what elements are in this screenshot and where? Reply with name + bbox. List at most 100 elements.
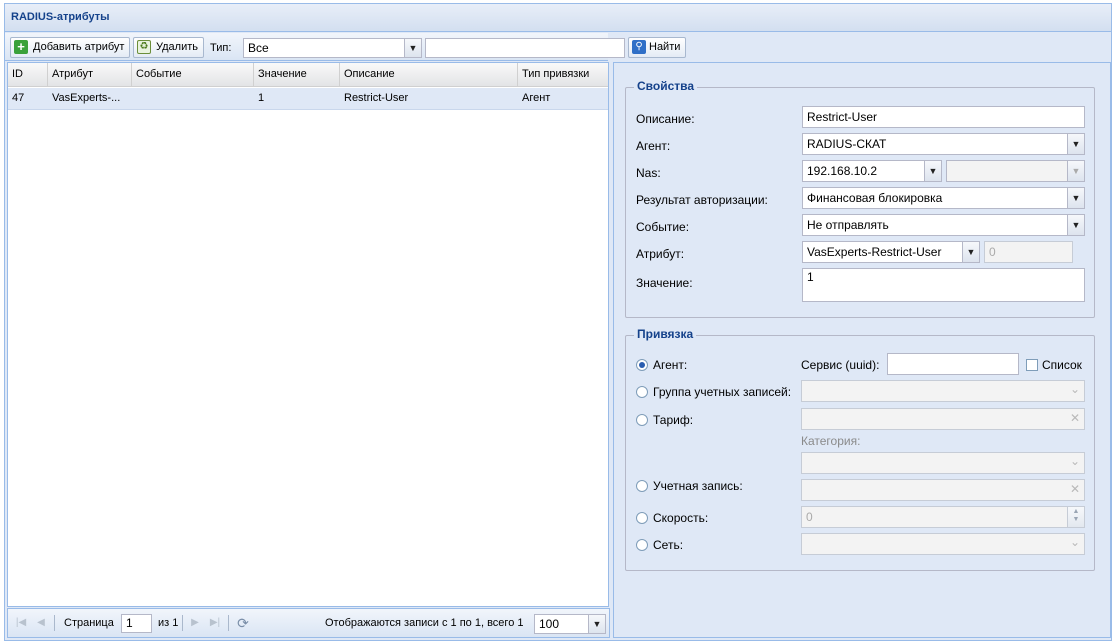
tariff-radio[interactable] (636, 414, 648, 426)
service-uuid-input[interactable] (887, 353, 1019, 375)
cell-binding-type: Агент (522, 92, 551, 104)
column-header-id[interactable]: ID (8, 63, 48, 87)
type-label: Тип: (210, 42, 232, 54)
window-title-bar: RADIUS-атрибуты (5, 4, 1111, 32)
column-header-event[interactable]: Событие (132, 63, 254, 87)
nas-select[interactable]: 192.168.10.2 ▼ (802, 160, 942, 182)
chevron-down-icon[interactable]: ▼ (962, 242, 979, 262)
next-page-icon[interactable]: ▶ (188, 615, 202, 631)
account-field[interactable]: ✕ (801, 479, 1085, 501)
auth-result-label: Результат авторизации: (636, 193, 768, 207)
speed-value: 0 (806, 510, 813, 524)
attribute-code-field[interactable]: 0 (984, 241, 1073, 263)
page-count-label: из 1 (158, 617, 179, 629)
chevron-down-icon[interactable]: ▼ (1067, 134, 1084, 154)
event-label: Событие: (636, 220, 690, 234)
page-size-select[interactable]: 100 ▼ (534, 614, 606, 634)
event-select[interactable]: Не отправлять ▼ (802, 214, 1085, 236)
binding-fieldset: Привязка Агент: Сервис (uuid): Список Гр… (625, 327, 1095, 571)
chevron-down-icon[interactable]: ▼ (924, 161, 941, 181)
spinner-icon[interactable]: ▲ ▼ (1067, 507, 1084, 527)
speed-radio[interactable] (636, 512, 648, 524)
attribute-select-value: VasExperts-Restrict-User (807, 245, 942, 259)
agent-radio[interactable] (636, 359, 648, 371)
find-button[interactable]: ⚲ Найти (628, 37, 687, 58)
prev-page-icon[interactable]: ◀ (34, 615, 48, 631)
chevron-down-icon[interactable]: ⌄ (1070, 454, 1080, 468)
account-group-select[interactable]: ⌄ (801, 380, 1085, 402)
auth-result-select[interactable]: Финансовая блокировка ▼ (802, 187, 1085, 209)
pagination-bar: |◀ ◀ Страница 1 из 1 ▶ ▶| ⟳ Отображаются… (7, 608, 610, 638)
properties-legend: Свойства (634, 79, 698, 93)
chevron-down-icon[interactable]: ▼ (1067, 215, 1084, 235)
tariff-field[interactable]: ✕ (801, 408, 1085, 430)
column-header-binding-type[interactable]: Тип привязки (518, 63, 610, 87)
last-page-icon[interactable]: ▶| (208, 615, 222, 631)
category-select[interactable]: ⌄ (801, 452, 1085, 474)
chevron-down-icon[interactable]: ▼ (1067, 188, 1084, 208)
chevron-down-icon[interactable]: ▼ (404, 39, 421, 57)
cell-value: 1 (258, 92, 265, 104)
event-select-value: Не отправлять (807, 218, 889, 232)
add-attribute-button[interactable]: + Добавить атрибут (10, 37, 131, 58)
description-label: Описание: (636, 112, 695, 126)
nas-label: Nas: (636, 166, 661, 180)
first-page-icon[interactable]: |◀ (14, 615, 28, 631)
service-uuid-label: Сервис (uuid): (801, 358, 880, 372)
properties-panel: Свойства Описание: Restrict-User Агент: … (613, 62, 1111, 638)
tariff-label: Тариф: (653, 413, 694, 427)
chevron-down-icon[interactable]: ▼ (588, 615, 605, 633)
properties-fieldset: Свойства Описание: Restrict-User Агент: … (625, 79, 1095, 318)
nas-secondary-select[interactable]: ▼ (946, 160, 1085, 182)
clear-icon[interactable]: ✕ (1070, 411, 1080, 425)
cell-attribute: VasExperts-... (52, 92, 121, 104)
network-radio[interactable] (636, 539, 648, 551)
agent-radio-label: Агент: (653, 358, 688, 372)
description-field[interactable]: Restrict-User (802, 106, 1085, 128)
agent-label: Агент: (636, 139, 671, 153)
nas-select-value: 192.168.10.2 (807, 164, 878, 178)
network-select[interactable]: ⌄ (801, 533, 1085, 555)
value-textarea[interactable]: 1 (802, 268, 1085, 302)
toolbar: + Добавить атрибут ♻ Удалить Тип: Все ▼ … (5, 33, 687, 61)
delete-button[interactable]: ♻ Удалить (133, 37, 204, 58)
table-row[interactable]: 47 VasExperts-... 1 Restrict-User Агент (8, 88, 608, 110)
page-size-value: 100 (539, 617, 560, 631)
account-label: Учетная запись: (653, 479, 743, 493)
find-label: Найти (649, 41, 681, 53)
network-label: Сеть: (653, 538, 684, 552)
chevron-down-icon[interactable]: ▼ (1067, 161, 1084, 181)
page-number-input[interactable]: 1 (121, 614, 152, 633)
attributes-grid: ID Атрибут Событие Значение Описание Тип… (7, 62, 609, 607)
attribute-label: Атрибут: (636, 247, 685, 261)
category-label: Категория: (801, 434, 861, 448)
attribute-select[interactable]: VasExperts-Restrict-User ▼ (802, 241, 980, 263)
agent-select[interactable]: RADIUS-СКАТ ▼ (802, 133, 1085, 155)
radius-attributes-window: RADIUS-атрибуты + Добавить атрибут ♻ Уда… (4, 3, 1112, 641)
delete-label: Удалить (156, 41, 198, 53)
separator (228, 615, 229, 631)
clear-icon[interactable]: ✕ (1070, 482, 1080, 496)
chevron-down-icon[interactable]: ⌄ (1070, 535, 1080, 549)
add-attribute-label: Добавить атрибут (33, 41, 125, 53)
binding-legend: Привязка (634, 327, 697, 341)
speed-field[interactable]: 0 ▲ ▼ (801, 506, 1085, 528)
column-header-description[interactable]: Описание (340, 63, 518, 87)
column-header-attribute[interactable]: Атрибут (48, 63, 132, 87)
agent-select-value: RADIUS-СКАТ (807, 137, 887, 151)
list-checkbox[interactable] (1026, 359, 1038, 371)
speed-label: Скорость: (653, 511, 709, 525)
value-label: Значение: (636, 276, 693, 290)
account-group-radio[interactable] (636, 386, 648, 398)
list-checkbox-label: Список (1042, 358, 1082, 372)
type-select-value: Все (248, 41, 269, 55)
search-icon: ⚲ (632, 40, 646, 54)
grid-header: ID Атрибут Событие Значение Описание Тип… (8, 63, 608, 87)
chevron-down-icon[interactable]: ⌄ (1070, 382, 1080, 396)
search-input[interactable] (425, 38, 625, 58)
refresh-icon[interactable]: ⟳ (234, 615, 252, 631)
account-radio[interactable] (636, 480, 648, 492)
page-label: Страница (64, 617, 114, 629)
column-header-value[interactable]: Значение (254, 63, 340, 87)
type-select[interactable]: Все ▼ (243, 38, 422, 58)
